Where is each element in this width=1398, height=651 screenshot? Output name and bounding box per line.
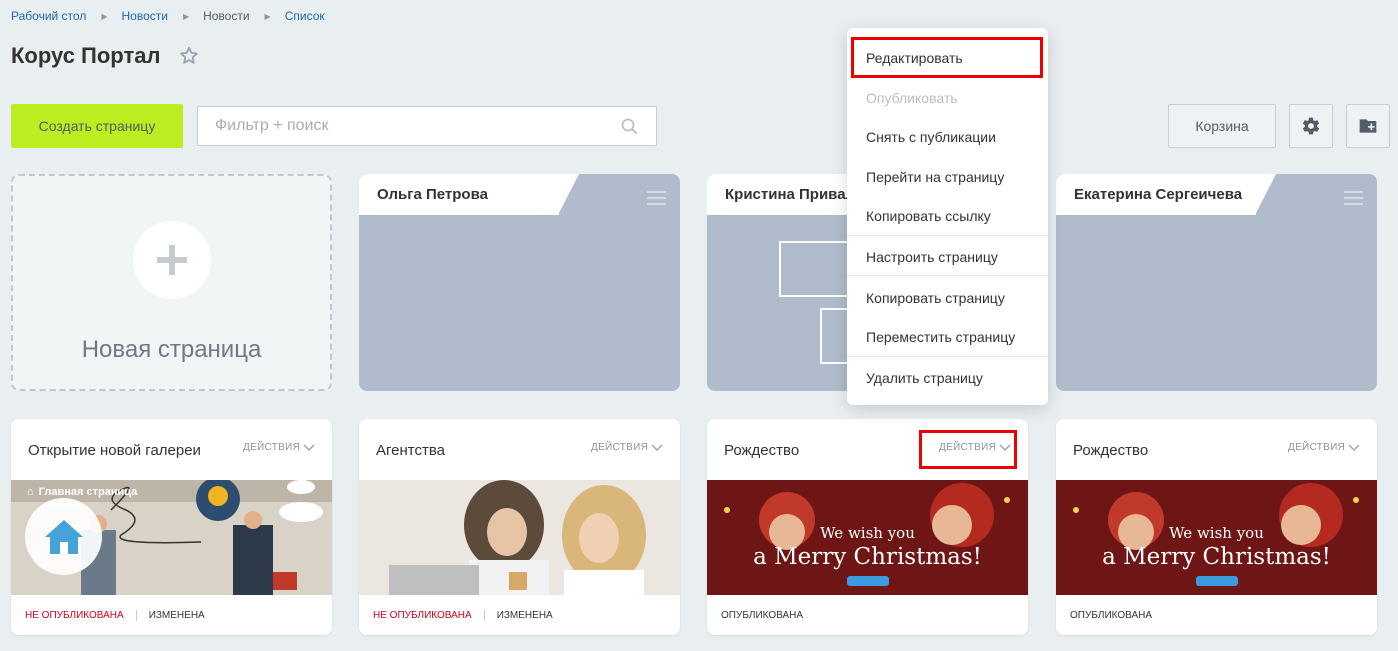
breadcrumb-separator-icon: ▶ (101, 11, 108, 21)
card-preview-image: We wish you a Merry Christmas! (707, 480, 1028, 595)
page-card[interactable]: Открытие новой галереи ДЕЙСТВИЯ ⌂ Главна… (11, 419, 332, 635)
page-card[interactable]: Агентства ДЕЙСТВИЯ НЕ ОПУБЛИКОВАНА ИЗМЕН… (359, 419, 680, 635)
new-page-tile[interactable]: Новая страница (11, 174, 332, 391)
card-title: Рождество (724, 442, 800, 459)
card-preview-image (359, 480, 680, 595)
card-actions-button[interactable]: ДЕЙСТВИЯ (243, 442, 315, 453)
menu-item-copy-link[interactable]: Копировать ссылку (866, 208, 991, 224)
card-footer: НЕ ОПУБЛИКОВАНА ИЗМЕНЕНА (359, 595, 680, 635)
card-title: Рождество (1073, 442, 1149, 459)
status-badge: ОПУБЛИКОВАНА (721, 609, 804, 621)
menu-item-copy-page[interactable]: Копировать страницу (866, 290, 1005, 306)
search-icon[interactable] (621, 118, 638, 135)
breadcrumb-separator-icon: ▶ (182, 11, 190, 21)
plus-icon (133, 221, 211, 299)
folder-add-icon (1359, 119, 1377, 133)
search-field (197, 106, 657, 146)
card-footer: НЕ ОПУБЛИКОВАНА ИЗМЕНЕНА (11, 595, 332, 635)
breadcrumb-item[interactable]: Рабочий стол (11, 9, 86, 23)
status-divider (483, 609, 485, 621)
create-page-button[interactable]: Создать страницу (11, 104, 183, 148)
card-banner-line: a Merry Christmas! (753, 544, 982, 570)
gear-icon (1302, 117, 1320, 135)
menu-item-go-to-page[interactable]: Перейти на страницу (866, 169, 1004, 185)
search-input[interactable] (215, 107, 615, 145)
folder-tile[interactable]: Екатерина Сергеичева (1056, 174, 1377, 391)
page-title-row: Корус Портал (11, 43, 200, 69)
folder-name: Кристина Приваль (725, 186, 865, 203)
folder-tab: Ольга Петрова (359, 174, 559, 215)
menu-icon[interactable] (647, 191, 666, 205)
folder-name: Екатерина Сергеичева (1074, 186, 1243, 203)
folder-tab-corner (1255, 174, 1276, 215)
settings-button[interactable] (1289, 104, 1333, 148)
menu-item-publish[interactable]: Опубликовать (866, 90, 958, 106)
highlight-box (851, 37, 1043, 78)
card-actions-label: ДЕЙСТВИЯ (591, 442, 649, 453)
card-actions-label: ДЕЙСТВИЯ (243, 442, 301, 453)
card-title: Агентства (376, 442, 445, 459)
new-page-label: Новая страница (81, 336, 262, 363)
card-actions-button[interactable]: ДЕЙСТВИЯ (1288, 442, 1360, 453)
menu-separator (847, 235, 1048, 236)
card-actions-button[interactable]: ДЕЙСТВИЯ (591, 442, 663, 453)
breadcrumb-item[interactable]: Новости (121, 9, 167, 23)
card-overlay-label: Главная страница (38, 486, 138, 498)
menu-item-move-page[interactable]: Переместить страницу (866, 329, 1015, 345)
breadcrumb: Рабочий стол ▶ Новости ▶ Новости ▶ Списо… (11, 9, 325, 23)
status-badge: ОПУБЛИКОВАНА (1070, 609, 1153, 621)
page-card[interactable]: Рождество ДЕЙСТВИЯ We wish you a Merry C… (1056, 419, 1377, 635)
status-badge: НЕ ОПУБЛИКОВАНА (25, 609, 124, 621)
card-title: Открытие новой галереи (28, 442, 201, 459)
menu-item-configure-page[interactable]: Настроить страницу (866, 249, 998, 265)
card-footer: ОПУБЛИКОВАНА (1056, 595, 1377, 635)
card-banner-line: We wish you (1169, 524, 1264, 542)
card-overlay-breadcrumb: ⌂ Главная страница (27, 486, 137, 498)
card-banner-line: a Merry Christmas! (1102, 544, 1331, 570)
folder-tab: Екатерина Сергеичева (1056, 174, 1256, 215)
menu-item-delete-page[interactable]: Удалить страницу (866, 370, 983, 386)
context-menu: Редактировать Опубликовать Снять с публи… (847, 28, 1048, 405)
card-preview-image: ⌂ Главная страница (11, 480, 332, 595)
chevron-down-icon (303, 443, 315, 451)
star-icon[interactable] (178, 45, 200, 67)
chevron-down-icon (1348, 443, 1360, 451)
folder-name: Ольга Петрова (377, 186, 488, 203)
breadcrumb-item[interactable]: Список (285, 9, 325, 23)
card-preview-photo (359, 480, 680, 595)
menu-icon[interactable] (1344, 191, 1363, 205)
page-title: Корус Портал (11, 43, 161, 68)
folder-tab-corner (558, 174, 579, 215)
trash-button[interactable]: Корзина (1168, 104, 1276, 148)
home-icon (25, 498, 102, 575)
add-folder-button[interactable] (1346, 104, 1390, 148)
status-badge: НЕ ОПУБЛИКОВАНА (373, 609, 472, 621)
breadcrumb-item[interactable]: Новости (203, 9, 249, 23)
home-icon: ⌂ (27, 486, 34, 498)
status-badge: ИЗМЕНЕНА (148, 609, 205, 621)
menu-item-unpublish[interactable]: Снять с публикации (866, 129, 996, 145)
menu-separator (847, 356, 1048, 357)
card-actions-label: ДЕЙСТВИЯ (1288, 442, 1346, 453)
menu-separator (847, 275, 1048, 276)
chevron-down-icon (651, 443, 663, 451)
status-badge: ИЗМЕНЕНА (496, 609, 553, 621)
card-footer: ОПУБЛИКОВАНА (707, 595, 1028, 635)
highlight-box (919, 430, 1017, 469)
breadcrumb-separator-icon: ▶ (264, 11, 271, 21)
card-banner-line: We wish you (820, 524, 915, 542)
status-divider (135, 609, 137, 621)
folder-tile[interactable]: Ольга Петрова (359, 174, 680, 391)
card-preview-image: We wish you a Merry Christmas! (1056, 480, 1377, 595)
